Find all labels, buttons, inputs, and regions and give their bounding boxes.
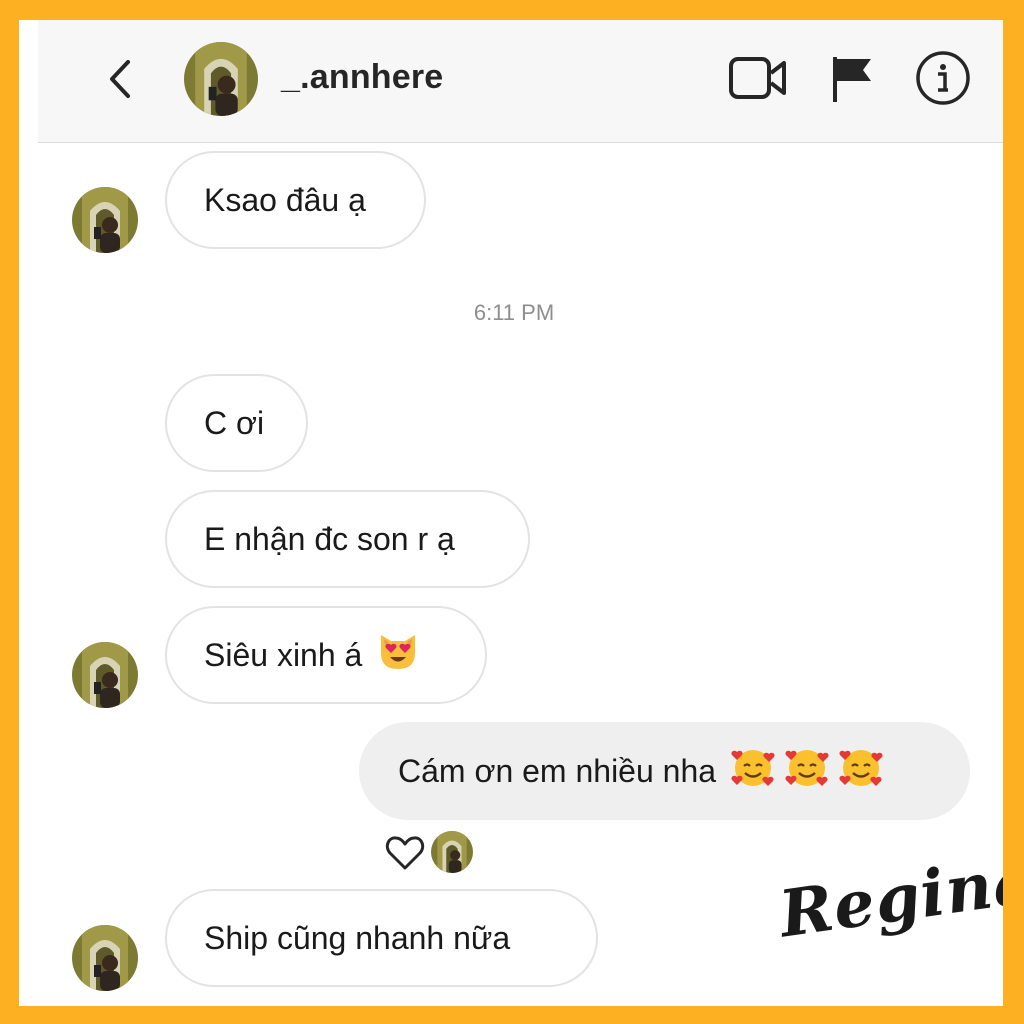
message-timestamp: 6:11 PM	[473, 300, 555, 325]
watermark-signature: Regina	[775, 842, 1003, 953]
message-bubble[interactable]: Ship cũng nhanh nữa	[165, 889, 598, 987]
avatar[interactable]	[184, 42, 258, 116]
message-bubble[interactable]: E nhận đc son r ạ	[165, 490, 530, 588]
video-call-icon[interactable]	[728, 55, 788, 101]
avatar[interactable]	[72, 642, 138, 708]
heart-icon[interactable]	[384, 832, 426, 874]
chat-username[interactable]: _.annhere	[281, 58, 443, 97]
flag-icon[interactable]	[830, 54, 874, 104]
reaction-avatar	[431, 831, 473, 873]
message-text: Ksao đâu ạ	[204, 181, 366, 218]
message-text: E nhận đc son r ạ	[204, 520, 455, 557]
message-bubble-outgoing[interactable]: Cám ơn em nhiều nha	[359, 722, 970, 820]
avatar[interactable]	[72, 187, 138, 253]
smiling-face-with-hearts-emoji	[838, 744, 884, 798]
message-bubble[interactable]: Ksao đâu ạ	[165, 151, 426, 249]
smiling-face-with-hearts-emoji	[784, 744, 830, 798]
message-bubble[interactable]: Siêu xinh á	[165, 606, 487, 704]
chat-header: _.annhere	[38, 20, 1003, 143]
message-bubble[interactable]: C ơi	[165, 374, 308, 472]
dm-screen: _.annhere Ksao đâu ạ 6:11 PM C ơi E nhận…	[19, 20, 1003, 1006]
info-icon[interactable]	[914, 49, 972, 107]
message-text: Ship cũng nhanh nữa	[204, 919, 511, 956]
message-text: Siêu xinh á	[204, 636, 363, 673]
avatar[interactable]	[72, 925, 138, 991]
message-text: C ơi	[204, 404, 265, 441]
back-arrow-icon[interactable]	[102, 54, 142, 104]
smiling-face-with-hearts-emoji	[730, 744, 776, 798]
heart-eyes-cat-emoji	[376, 629, 420, 681]
message-text: Cám ơn em nhiều nha	[398, 752, 717, 789]
orange-frame: _.annhere Ksao đâu ạ 6:11 PM C ơi E nhận…	[0, 0, 1024, 1024]
